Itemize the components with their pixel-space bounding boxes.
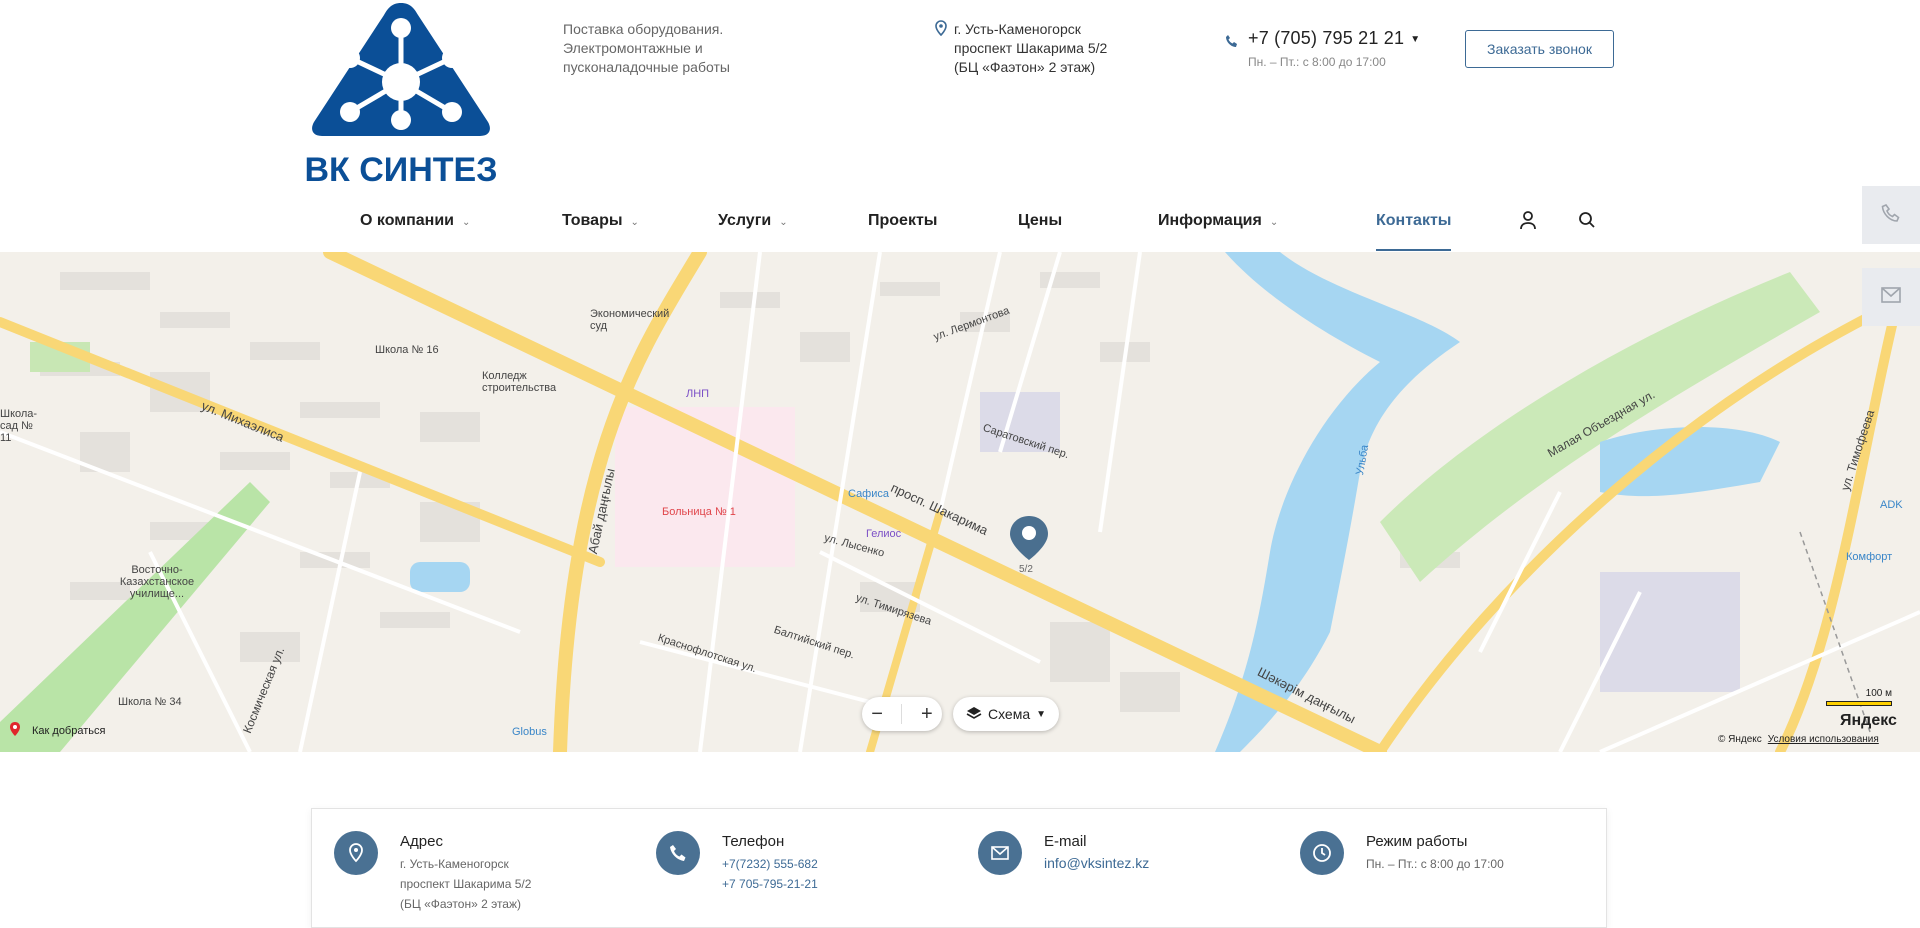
chevron-down-icon: ⌄ — [1269, 217, 1279, 228]
user-icon[interactable] — [1519, 210, 1537, 235]
map-label-komfort: Комфорт — [1846, 551, 1893, 563]
map-label-school34: Школа № 34 — [118, 696, 182, 708]
header-hours: Пн. – Пт.: с 8:00 до 17:00 — [1248, 55, 1386, 69]
side-email-tab[interactable] — [1862, 268, 1920, 326]
terms-link[interactable]: Условия использования — [1768, 734, 1879, 745]
map-label-school16: Школа № 16 — [375, 344, 439, 356]
layers-icon — [966, 706, 982, 723]
phone-link-2[interactable]: +7 705-795-21-21 — [722, 877, 818, 891]
company-tagline: Поставка оборудования. Электромонтажные … — [563, 21, 730, 75]
yandex-map[interactable]: Школа № 16 Экономический суд Колледж стр… — [0, 252, 1920, 752]
nav-item-contacts[interactable]: Контакты — [1376, 212, 1452, 251]
marker-label: 5/2 — [1019, 564, 1033, 575]
location-pin-icon — [934, 20, 948, 41]
callback-button[interactable]: Заказать звонок — [1465, 30, 1614, 68]
map-scale: 100 м — [1826, 688, 1892, 706]
header-phone[interactable]: +7 (705) 795 21 21 ▼ — [1226, 28, 1420, 49]
map-label-gelios: Гелиос — [866, 528, 902, 540]
envelope-icon — [978, 831, 1022, 875]
map-label-college: Колледж строительства — [482, 370, 557, 394]
zoom-control: − + — [862, 697, 942, 731]
side-callback-tab[interactable] — [1862, 186, 1920, 244]
map-copyright: © Яндекс Условия использования — [1718, 734, 1879, 745]
map-label-adk: ADK — [1880, 499, 1903, 511]
chevron-down-icon: ⌄ — [630, 217, 639, 228]
chevron-down-icon: ⌄ — [779, 217, 788, 228]
phone-icon — [1225, 32, 1239, 53]
nav-item-services[interactable]: Услуги ⌄ — [718, 212, 788, 230]
map-label-lnp: ЛНП — [686, 388, 710, 400]
nav-item-about[interactable]: О компании ⌄ — [360, 212, 470, 230]
zoom-in-button[interactable]: + — [921, 703, 933, 726]
envelope-icon — [1881, 286, 1901, 308]
chevron-down-icon[interactable]: ▼ — [1410, 34, 1420, 45]
main-nav: О компании ⌄ Товары ⌄ Услуги ⌄ Проекты Цены… — [0, 200, 1920, 251]
nav-item-prices[interactable]: Цены — [1018, 212, 1062, 230]
logo-text: ВК СИНТЕЗ — [306, 151, 496, 184]
phone-icon — [656, 831, 700, 875]
location-pin-icon — [334, 831, 378, 875]
map-label-safisa: Сафиса — [848, 488, 889, 500]
contacts-card: Адрес г. Усть-Каменогорск проспект Шакар… — [311, 808, 1607, 928]
map-label-globus: Globus — [512, 726, 547, 738]
email-link[interactable]: info@vksintez.kz — [1044, 855, 1149, 871]
map-label-vkz-college: Восточно-Казахстанское училище... — [119, 564, 195, 600]
map-layers-button[interactable]: Схема ▼ — [953, 697, 1059, 731]
yandex-logo[interactable]: Яндекс — [1840, 712, 1897, 730]
header-address: г. Усть-Каменогорск проспект Шакарима 5/… — [935, 20, 1107, 77]
nav-item-products[interactable]: Товары ⌄ — [562, 212, 639, 230]
nav-item-info[interactable]: Информация ⌄ — [1158, 212, 1278, 230]
site-header: ВК СИНТЕЗ Поставка оборудования. Электро… — [0, 0, 1920, 251]
map-label-econ-court: Экономический суд — [590, 308, 670, 332]
route-pin-icon — [10, 722, 20, 739]
chevron-down-icon: ⌄ — [461, 217, 471, 228]
map-label-hospital: Больница № 1 — [662, 506, 736, 518]
map-label-school11: Школа-сад № 11 — [0, 408, 38, 444]
zoom-out-button[interactable]: − — [871, 703, 883, 726]
nav-item-projects[interactable]: Проекты — [868, 212, 937, 230]
location-marker-icon[interactable] — [1008, 514, 1050, 567]
company-logo[interactable]: ВК СИНТЕЗ — [304, 0, 498, 189]
search-icon[interactable] — [1578, 210, 1596, 235]
phone-link-1[interactable]: +7(7232) 555-682 — [722, 857, 818, 871]
phone-icon — [1881, 203, 1901, 228]
clock-icon — [1300, 831, 1344, 875]
route-link[interactable]: Как добраться — [10, 722, 105, 739]
